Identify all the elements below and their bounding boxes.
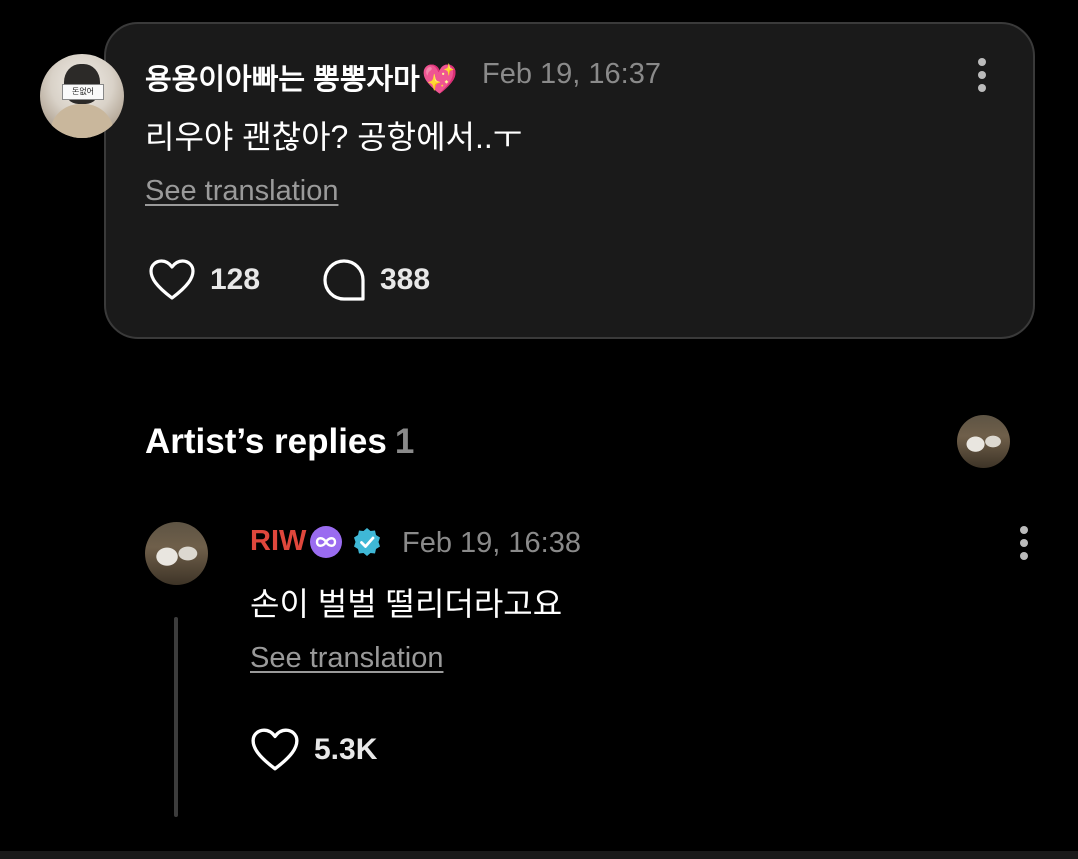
post-timestamp: Feb 19, 16:37 — [482, 58, 661, 90]
post-reply-button[interactable]: 388 — [322, 258, 430, 302]
artist-replies-count: 1 — [394, 422, 415, 461]
reply-like-count: 5.3K — [314, 733, 378, 766]
bottom-divider — [0, 851, 1078, 859]
reply-more-icon[interactable] — [1019, 526, 1029, 560]
post-author-label: 용용이아빠는 뽕뽕자마 — [145, 64, 420, 96]
artist-avatar[interactable] — [145, 522, 208, 585]
thread-connector-line — [174, 617, 178, 817]
reply-text: 손이 벌벌 떨리더라고요 — [250, 586, 563, 622]
reply-author-label: RIW — [250, 525, 307, 557]
reply-author-name[interactable]: RIW — [250, 525, 382, 558]
heart-outline-icon — [251, 728, 299, 771]
heart-outline-icon — [149, 259, 195, 300]
verified-badge-icon — [354, 527, 381, 556]
sparkling-heart-icon: 💖 — [421, 64, 458, 96]
reply-timestamp: Feb 19, 16:38 — [402, 527, 581, 559]
artist-avatar-small[interactable] — [957, 415, 1010, 468]
post-more-icon[interactable] — [977, 58, 987, 92]
post-see-translation-link[interactable]: See translation — [145, 175, 338, 208]
reply-see-translation-link[interactable]: See translation — [250, 642, 443, 675]
artist-replies-title: Artist’s replies — [145, 422, 387, 461]
avatar-sign: 돈없어 — [62, 84, 104, 100]
post-like-button[interactable]: 128 — [148, 258, 260, 302]
reply-like-button[interactable]: 5.3K — [250, 727, 377, 773]
post-reply-count: 388 — [380, 263, 431, 296]
post-text: 리우야 괜찮아? 공항에서..ㅜ — [145, 119, 523, 155]
artist-replies-heading: Artist’s replies 1 — [145, 422, 414, 462]
infinity-badge-icon — [310, 525, 343, 558]
post-like-count: 128 — [210, 263, 261, 296]
post-author-name[interactable]: 용용이아빠는 뽕뽕자마💖 — [145, 56, 458, 98]
user-avatar[interactable]: 돈없어 — [40, 54, 124, 138]
comment-thread-screen: 돈없어 용용이아빠는 뽕뽕자마💖 Feb 19, 16:37 리우야 괜찮아? … — [0, 0, 1078, 859]
speech-bubble-icon — [323, 259, 365, 301]
